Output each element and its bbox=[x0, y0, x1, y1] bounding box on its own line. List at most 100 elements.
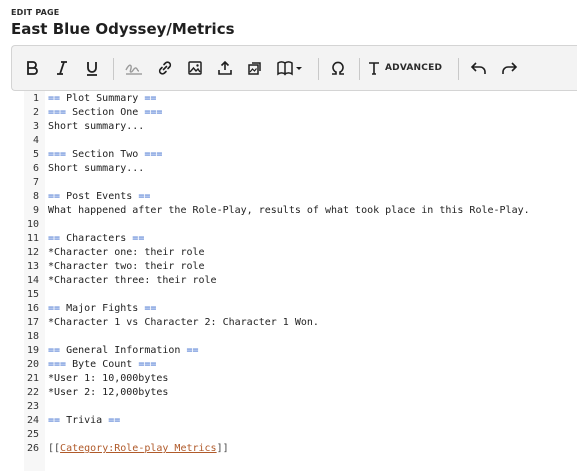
heading-text: Post Events bbox=[66, 191, 133, 202]
editor-line[interactable]: 15 bbox=[24, 288, 577, 302]
editor-toolbar: ADVANCED bbox=[11, 45, 577, 91]
heading-marker: == bbox=[48, 191, 67, 202]
editor-line[interactable]: 11 == Characters == bbox=[24, 232, 577, 246]
edit-page-label: EDIT PAGE bbox=[11, 8, 60, 17]
link-bracket: ]] bbox=[216, 443, 229, 454]
editor-line[interactable]: 4 bbox=[24, 134, 577, 148]
line-content: == Post Events == bbox=[48, 190, 150, 204]
editor-line[interactable]: 14 *Character three: their role bbox=[24, 274, 577, 288]
line-content: *User 1: 10,000bytes bbox=[48, 373, 169, 384]
line-number: 12 bbox=[26, 247, 39, 258]
editor-line[interactable]: 18 bbox=[24, 330, 577, 344]
italic-icon[interactable] bbox=[50, 46, 74, 90]
editor-line[interactable]: 10 bbox=[24, 218, 577, 232]
line-number: 6 bbox=[32, 163, 39, 174]
underline-icon[interactable] bbox=[80, 46, 104, 90]
line-number: 7 bbox=[32, 177, 39, 188]
toolbar-separator bbox=[359, 58, 360, 80]
category-link[interactable]: Category:Role-play Metrics bbox=[60, 443, 217, 454]
heading-marker: == bbox=[138, 303, 157, 314]
heading-text: Section One bbox=[72, 107, 139, 118]
heading-text: Section Two bbox=[72, 149, 139, 160]
editor-line[interactable]: 26 [[Category:Role-play Metrics]] bbox=[24, 442, 577, 456]
page-header: EDIT PAGE East Blue Odyssey/Metrics bbox=[11, 8, 235, 38]
heading-text: Characters bbox=[66, 233, 127, 244]
heading-marker: == bbox=[48, 233, 67, 244]
editor-line[interactable]: 9 What happened after the Role-Play, resu… bbox=[24, 204, 577, 218]
line-number: 20 bbox=[26, 359, 39, 370]
heading-marker: === bbox=[48, 107, 73, 118]
editor-line[interactable]: 21 *User 1: 10,000bytes bbox=[24, 372, 577, 386]
heading-marker: == bbox=[48, 303, 67, 314]
heading-text: Byte Count bbox=[72, 359, 133, 370]
line-number: 17 bbox=[26, 317, 39, 328]
heading-marker: == bbox=[48, 415, 67, 426]
editor-line[interactable]: 6 Short summary... bbox=[24, 162, 577, 176]
template-icon[interactable] bbox=[273, 46, 307, 90]
heading-marker: === bbox=[138, 107, 163, 118]
editor-line[interactable]: 16 == Major Fights == bbox=[24, 302, 577, 316]
editor-line[interactable]: 1 == Plot Summary == bbox=[24, 92, 577, 106]
heading-marker: == bbox=[126, 233, 145, 244]
line-number: 23 bbox=[26, 401, 39, 412]
heading-text: Trivia bbox=[66, 415, 103, 426]
signature-icon[interactable] bbox=[120, 46, 148, 90]
bold-icon[interactable] bbox=[20, 46, 44, 90]
editor-line[interactable]: 23 bbox=[24, 400, 577, 414]
advanced-button[interactable]: ADVANCED bbox=[367, 46, 453, 90]
heading-text: General Information bbox=[66, 345, 181, 356]
wikitext-editor[interactable]: 1 == Plot Summary == 2 === Section One === 3… bbox=[24, 91, 577, 471]
editor-line[interactable]: 17 *Character 1 vs Character 2: Character… bbox=[24, 316, 577, 330]
heading-marker: == bbox=[180, 345, 199, 356]
line-content: *Character two: their role bbox=[48, 261, 205, 272]
redo-icon[interactable] bbox=[497, 46, 521, 90]
editor-lines[interactable]: 1 == Plot Summary == 2 === Section One === 3… bbox=[24, 92, 577, 456]
heading-marker: === bbox=[48, 359, 73, 370]
line-number: 26 bbox=[26, 443, 39, 454]
toolbar-separator bbox=[458, 58, 459, 80]
toolbar-separator bbox=[318, 58, 319, 80]
link-bracket: [[ bbox=[48, 443, 61, 454]
line-number: 1 bbox=[32, 93, 39, 104]
heading-text: Plot Summary bbox=[66, 93, 139, 104]
gallery-icon[interactable] bbox=[243, 46, 267, 90]
special-characters-icon[interactable] bbox=[326, 46, 350, 90]
editor-line[interactable]: 22 *User 2: 12,000bytes bbox=[24, 386, 577, 400]
line-number: 19 bbox=[26, 345, 39, 356]
line-number: 9 bbox=[32, 205, 39, 216]
toolbar-separator bbox=[113, 58, 114, 80]
editor-line[interactable]: 12 *Character one: their role bbox=[24, 246, 577, 260]
editor-line[interactable]: 20 === Byte Count === bbox=[24, 358, 577, 372]
line-number: 24 bbox=[26, 415, 39, 426]
line-content: == Major Fights == bbox=[48, 302, 156, 316]
editor-line[interactable]: 3 Short summary... bbox=[24, 120, 577, 134]
line-number: 3 bbox=[32, 121, 39, 132]
line-number: 5 bbox=[32, 149, 39, 160]
line-number: 8 bbox=[32, 191, 39, 202]
line-content: *Character 1 vs Character 2: Character 1… bbox=[48, 317, 319, 328]
line-number: 25 bbox=[26, 429, 39, 440]
editor-line[interactable]: 2 === Section One === bbox=[24, 106, 577, 120]
line-content: Short summary... bbox=[48, 121, 145, 132]
line-content: == Characters == bbox=[48, 232, 144, 246]
page-title: East Blue Odyssey/Metrics bbox=[11, 20, 235, 38]
image-icon[interactable] bbox=[183, 46, 207, 90]
editor-line[interactable]: 25 bbox=[24, 428, 577, 442]
heading-marker: == bbox=[132, 191, 151, 202]
line-number: 14 bbox=[26, 275, 39, 286]
line-number: 15 bbox=[26, 289, 39, 300]
editor-line[interactable]: 8 == Post Events == bbox=[24, 190, 577, 204]
editor-line[interactable]: 13 *Character two: their role bbox=[24, 260, 577, 274]
line-number: 11 bbox=[26, 233, 39, 244]
editor-line[interactable]: 19 == General Information == bbox=[24, 344, 577, 358]
editor-line[interactable]: 24 == Trivia == bbox=[24, 414, 577, 428]
upload-icon[interactable] bbox=[213, 46, 237, 90]
editor-line[interactable]: 7 bbox=[24, 176, 577, 190]
line-content: *Character three: their role bbox=[48, 275, 217, 286]
line-content: == Plot Summary == bbox=[48, 92, 156, 106]
line-content: [[Category:Role-play Metrics]] bbox=[48, 442, 229, 456]
undo-icon[interactable] bbox=[467, 46, 491, 90]
link-icon[interactable] bbox=[153, 46, 177, 90]
editor-line[interactable]: 5 === Section Two === bbox=[24, 148, 577, 162]
line-number: 10 bbox=[26, 219, 39, 230]
